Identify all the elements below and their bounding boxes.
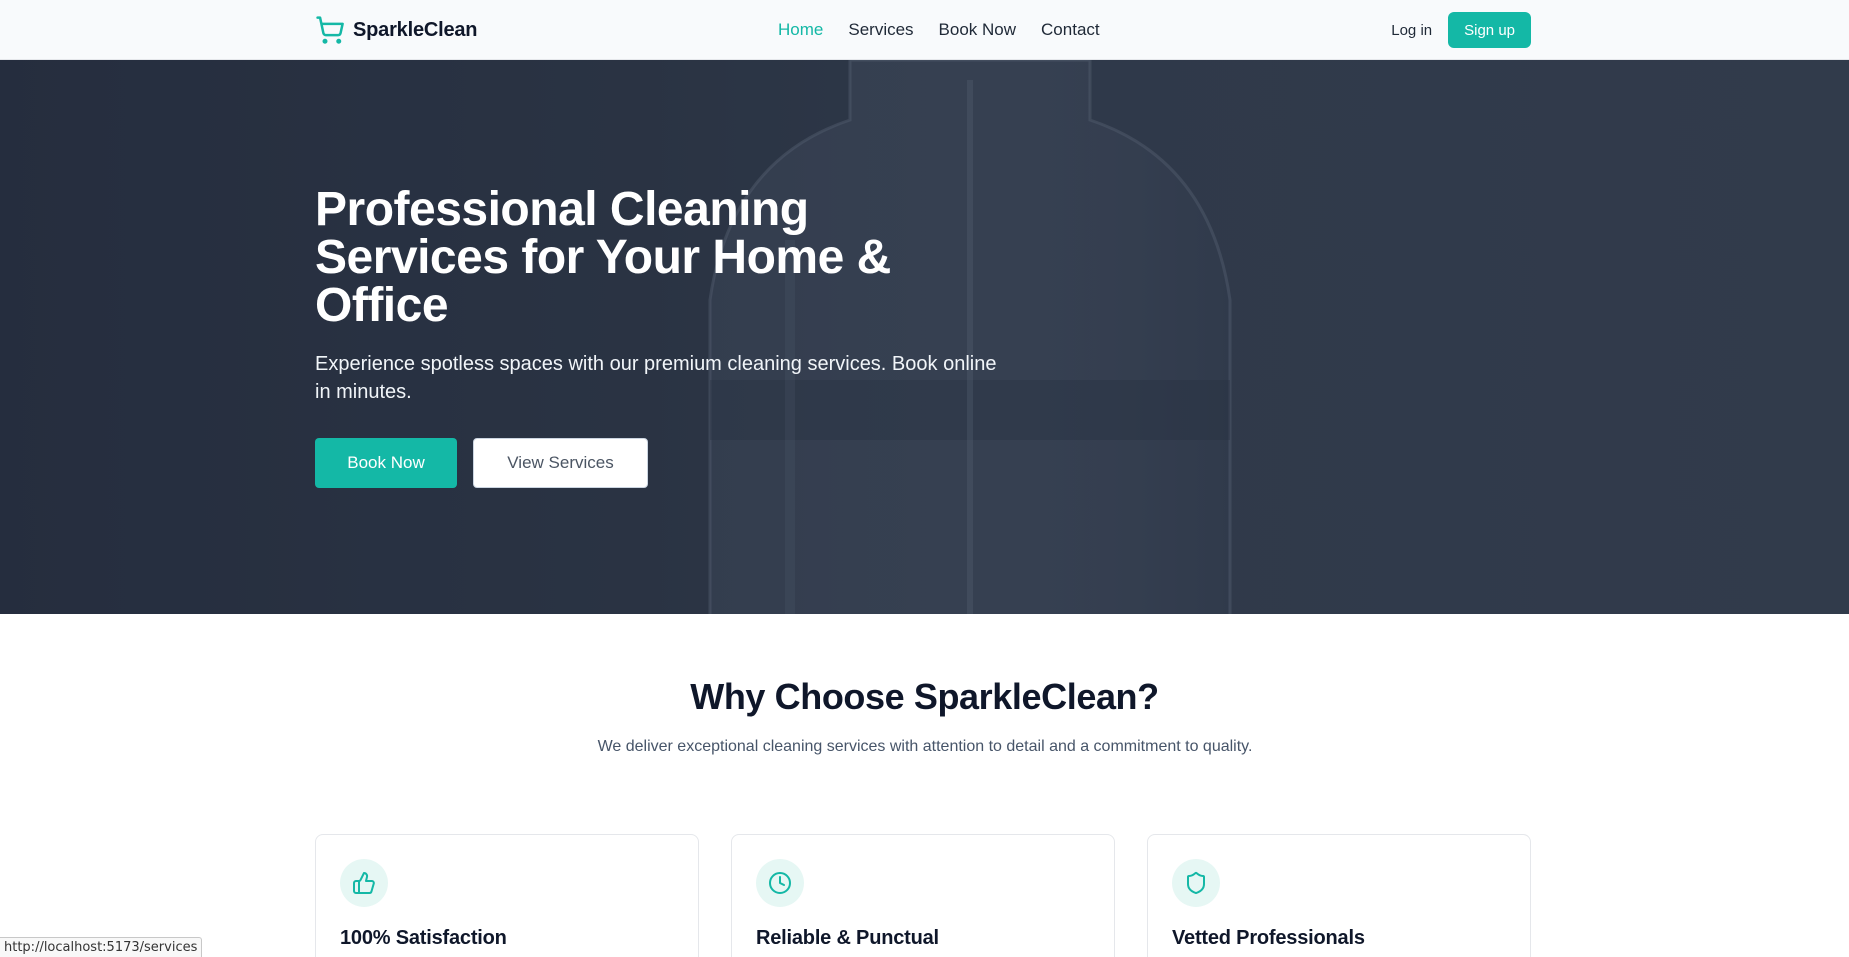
why-choose-section: Why Choose SparkleClean? We deliver exce…: [0, 614, 1849, 957]
brand-name: SparkleClean: [353, 18, 478, 41]
link-status-bar: http://localhost:5173/services: [0, 937, 203, 957]
feature-icon-badge: [756, 859, 804, 907]
nav-link-book-now[interactable]: Book Now: [939, 20, 1016, 40]
signup-button[interactable]: Sign up: [1448, 12, 1531, 48]
feature-card-satisfaction: 100% Satisfaction: [315, 834, 699, 957]
feature-icon-badge: [1172, 859, 1220, 907]
feature-card-title: Vetted Professionals: [1172, 927, 1365, 949]
feature-icon-badge: [340, 859, 388, 907]
hero-title: Professional Cleaning Services for Your …: [315, 183, 891, 332]
main-nav: Home Services Book Now Contact: [778, 0, 1100, 60]
feature-cards: 100% Satisfaction Reliable & Punctual Ve…: [315, 834, 1531, 957]
auth-actions: Log in Sign up: [1391, 12, 1531, 48]
feature-card-title: 100% Satisfaction: [340, 927, 507, 949]
feature-card-reliable: Reliable & Punctual: [731, 834, 1115, 957]
shield-icon: [1187, 872, 1205, 895]
hero-subtitle: Experience spotless spaces with our prem…: [315, 353, 997, 403]
hero-section: Professional Cleaning Services for Your …: [0, 60, 1849, 614]
shopping-cart-icon: [316, 16, 344, 44]
login-link[interactable]: Log in: [1391, 22, 1432, 39]
nav-link-services[interactable]: Services: [848, 20, 913, 40]
nav-link-home[interactable]: Home: [778, 20, 823, 40]
section-subtitle: We deliver exceptional cleaning services…: [597, 738, 1253, 755]
feature-card-vetted: Vetted Professionals: [1147, 834, 1531, 957]
book-now-button[interactable]: Book Now: [315, 438, 457, 488]
top-navbar: SparkleClean Home Services Book Now Cont…: [0, 0, 1849, 60]
hero-content: Professional Cleaning Services for Your …: [315, 186, 1015, 488]
view-services-button[interactable]: View Services: [473, 438, 648, 488]
nav-link-contact[interactable]: Contact: [1041, 20, 1100, 40]
hero-actions: Book Now View Services: [315, 438, 1015, 488]
thumbs-up-icon: [353, 872, 375, 894]
clock-icon: [769, 872, 791, 894]
feature-card-title: Reliable & Punctual: [756, 927, 939, 949]
section-title: Why Choose SparkleClean?: [690, 676, 1159, 717]
brand-logo-link[interactable]: SparkleClean: [315, 15, 478, 45]
